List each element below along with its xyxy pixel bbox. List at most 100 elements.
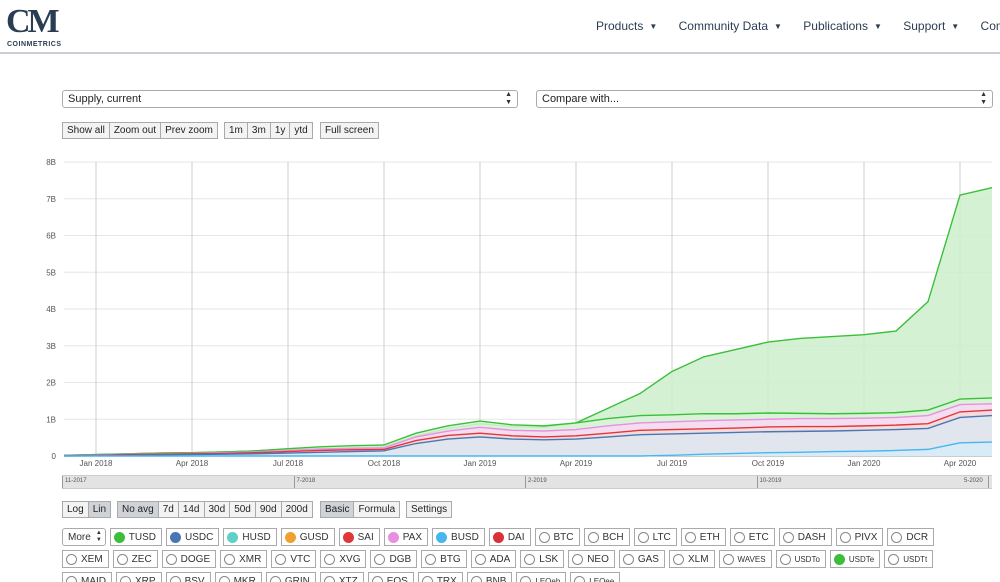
asset-label: USDTt	[903, 554, 928, 564]
avg-200d-button[interactable]: 200d	[280, 501, 313, 518]
checkbox-icon	[470, 575, 482, 582]
asset-toggle-gusd[interactable]: GUSD	[280, 528, 335, 546]
asset-toggle-usdc[interactable]: USDC	[166, 528, 220, 546]
asset-label: LTC	[652, 531, 671, 543]
more-select[interactable]: More ▲ ▼	[62, 528, 106, 546]
show-all-button[interactable]: Show all	[62, 122, 110, 139]
asset-toggle-dcr[interactable]: DCR	[887, 528, 935, 546]
asset-toggle-grin[interactable]: GRIN	[265, 572, 316, 582]
x-tick-label: Jul 2019	[657, 459, 688, 468]
nav-products[interactable]: Products ▼	[596, 19, 657, 33]
avg-90d-button[interactable]: 90d	[254, 501, 282, 518]
formula-mode-button[interactable]: Formula	[353, 501, 401, 518]
checkbox-icon	[891, 531, 903, 543]
zoom-controls: Show all Zoom out Prev zoom	[62, 122, 218, 139]
asset-toggle-bch[interactable]: BCH	[583, 528, 630, 546]
asset-label: SAI	[357, 531, 374, 543]
settings-button[interactable]: Settings	[406, 501, 453, 518]
asset-toggle-leoeb[interactable]: LEOeb	[516, 572, 567, 582]
log-scale-button[interactable]: Log	[62, 501, 89, 518]
x-tick-label: Jan 2018	[80, 459, 113, 468]
checkbox-icon	[224, 553, 236, 565]
asset-toggle-dai[interactable]: DAI	[488, 528, 531, 546]
asset-toggle-doge[interactable]: DOGE	[161, 550, 217, 568]
basic-mode-button[interactable]: Basic	[320, 501, 355, 518]
coinmetrics-logo[interactable]: CM COINMETRICS	[6, 5, 66, 51]
x-tick-label: Oct 2019	[752, 459, 785, 468]
chart-navigator[interactable]: 11-2017 7-2018 2-2019 10-2019 5-2020	[62, 475, 992, 489]
range-1m-button[interactable]: 1m	[224, 122, 248, 139]
asset-toggle-eos[interactable]: EOS	[367, 572, 414, 582]
full-screen-button[interactable]: Full screen	[320, 122, 379, 139]
range-3m-button[interactable]: 3m	[246, 122, 271, 139]
checkbox-icon	[324, 553, 336, 565]
asset-toggle-sai[interactable]: SAI	[338, 528, 380, 546]
asset-toggle-vtc[interactable]: VTC	[271, 550, 317, 568]
asset-toggle-zec[interactable]: ZEC	[112, 550, 158, 568]
asset-toggle-xem[interactable]: XEM	[62, 550, 109, 568]
checkbox-icon	[839, 531, 851, 543]
compare-select[interactable]: Compare with... ▲ ▼	[536, 90, 993, 108]
asset-toggle-btg[interactable]: BTG	[421, 550, 467, 568]
supply-chart[interactable]: 0 1B 2B 3B 4B 5B 6B 7B 8B Jan 2018 Apr 2018 Jul 201…	[0, 152, 1000, 472]
asset-toggle-tusd[interactable]: TUSD	[109, 528, 163, 546]
checkbox-icon	[169, 575, 181, 582]
asset-toggle-waves[interactable]: WAVES	[718, 550, 772, 568]
asset-toggle-usdte[interactable]: USDTe	[829, 550, 881, 568]
asset-toggle-xlm[interactable]: XLM	[668, 550, 715, 568]
asset-toggle-gas[interactable]: GAS	[618, 550, 665, 568]
y-tick-label: 0	[52, 452, 57, 461]
asset-label: GAS	[637, 553, 659, 565]
asset-toggle-dgb[interactable]: DGB	[370, 550, 418, 568]
x-tick-label: Apr 2020	[944, 459, 977, 468]
asset-toggle-mkr[interactable]: MKR	[214, 572, 262, 582]
range-controls: 1m 3m 1y ytd	[224, 122, 313, 139]
prev-zoom-button[interactable]: Prev zoom	[160, 122, 218, 139]
range-1y-button[interactable]: 1y	[269, 122, 291, 139]
asset-toggle-dash[interactable]: DASH	[778, 528, 832, 546]
asset-toggle-usdto[interactable]: USDTo	[775, 550, 826, 568]
nav-publications[interactable]: Publications ▼	[803, 19, 882, 33]
nav-support[interactable]: Support ▼	[903, 19, 959, 33]
asset-toggle-bnb[interactable]: BNB	[466, 572, 513, 582]
lin-scale-button[interactable]: Lin	[87, 501, 112, 518]
checkbox-icon	[572, 553, 584, 565]
asset-toggle-usdtt[interactable]: USDTt	[884, 550, 934, 568]
asset-toggle-leoee[interactable]: LEOee	[570, 572, 621, 582]
asset-toggle-btc[interactable]: BTC	[534, 528, 580, 546]
asset-toggle-etc[interactable]: ETC	[729, 528, 775, 546]
zoom-out-button[interactable]: Zoom out	[108, 122, 162, 139]
avg-7d-button[interactable]: 7d	[157, 501, 179, 518]
checkbox-icon	[421, 575, 433, 582]
asset-toggle-busd[interactable]: BUSD	[432, 528, 485, 546]
nav-community-data[interactable]: Community Data ▼	[679, 19, 782, 33]
asset-toggle-eth[interactable]: ETH	[680, 528, 726, 546]
asset-toggle-xrp[interactable]: XRP	[116, 572, 162, 582]
asset-toggle-husd[interactable]: HUSD	[223, 528, 277, 546]
range-ytd-button[interactable]: ytd	[289, 122, 313, 139]
asset-toggle-xvg[interactable]: XVG	[320, 550, 367, 568]
nav-company[interactable]: Company	[981, 19, 1000, 33]
no-avg-button[interactable]: No avg	[117, 501, 159, 518]
metric-select[interactable]: Supply, current ▲ ▼	[62, 90, 518, 108]
asset-toggle-maid[interactable]: MAID	[62, 572, 112, 582]
asset-toggle-pax[interactable]: PAX	[383, 528, 429, 546]
asset-toggle-ltc[interactable]: LTC	[633, 528, 677, 546]
asset-toggle-pivx[interactable]: PIVX	[835, 528, 884, 546]
asset-row-3: MAID XRP BSV MKR GRIN XTZ EOS TRX BNB LEOeb LEOee	[62, 572, 624, 582]
avg-50d-button[interactable]: 50d	[229, 501, 256, 518]
avg-30d-button[interactable]: 30d	[203, 501, 231, 518]
asset-toggle-xtz[interactable]: XTZ	[319, 572, 364, 582]
asset-label: USDC	[185, 531, 214, 543]
asset-toggle-trx[interactable]: TRX	[417, 572, 463, 582]
asset-toggle-ada[interactable]: ADA	[470, 550, 517, 568]
asset-toggle-bsv[interactable]: BSV	[165, 572, 211, 582]
asset-toggle-xmr[interactable]: XMR	[220, 550, 268, 568]
asset-toggle-lsk[interactable]: LSK	[520, 550, 565, 568]
navigator-label: 11-2017	[65, 478, 87, 484]
checkbox-icon	[833, 553, 845, 565]
checkbox-icon	[520, 575, 532, 582]
avg-14d-button[interactable]: 14d	[177, 501, 205, 518]
asset-label: GUSD	[299, 531, 329, 543]
asset-toggle-neo[interactable]: NEO	[568, 550, 615, 568]
